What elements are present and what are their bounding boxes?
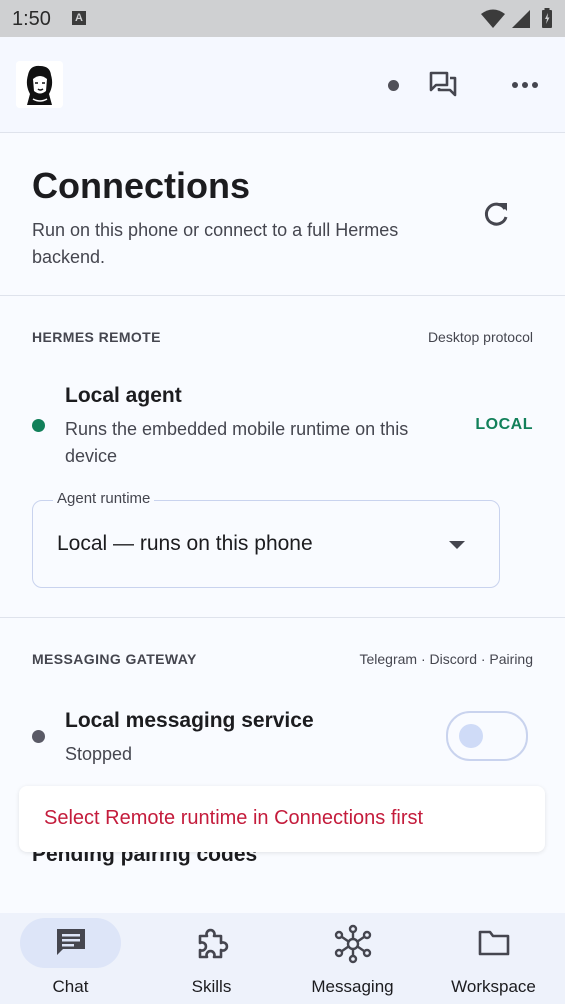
messaging-gateway-label: MESSAGING GATEWAY [32, 651, 197, 667]
avatar-illustration-icon [16, 61, 63, 108]
hermes-remote-label: HERMES REMOTE [32, 329, 161, 345]
nav-label-skills: Skills [191, 977, 232, 996]
section-divider [0, 295, 565, 296]
service-title: Local messaging service [65, 709, 314, 732]
local-badge: LOCAL [475, 416, 533, 433]
service-status: Stopped [65, 744, 133, 764]
chat-icon [56, 929, 85, 955]
service-status-dot [32, 730, 45, 743]
nav-item-skills[interactable]: Skills [141, 913, 282, 1004]
wifi-icon [481, 9, 505, 28]
page-subtitle: Run on this phone or connect to a full H… [32, 220, 399, 267]
page-title: Connections [32, 165, 251, 206]
conversations-icon[interactable] [429, 71, 457, 97]
nav-item-chat[interactable]: Chat [0, 913, 141, 1004]
app-bar [0, 37, 565, 133]
nav-item-workspace[interactable]: Workspace [423, 913, 564, 1004]
status-bar: 1:50 A [0, 0, 565, 37]
notification-a-icon: A [72, 11, 86, 25]
service-toggle[interactable] [446, 711, 528, 761]
agent-title: Local agent [65, 384, 182, 407]
hermes-remote-meta: Desktop protocol [427, 329, 533, 345]
section-divider [0, 617, 565, 618]
refresh-icon[interactable] [481, 200, 511, 230]
nav-item-messaging[interactable]: Messaging [282, 913, 423, 1004]
agent-runtime-value: Local — runs on this phone [57, 532, 313, 555]
cell-signal-icon [512, 10, 530, 28]
nav-label-chat: Chat [52, 977, 89, 996]
battery-icon [542, 8, 552, 28]
nav-label-messaging: Messaging [311, 977, 394, 996]
agent-runtime-label: Agent runtime [53, 490, 155, 507]
nav-label-workspace: Workspace [451, 977, 536, 996]
error-snackbar: Select Remote runtime in Connections fir… [19, 786, 545, 852]
toggle-knob [459, 724, 483, 748]
more-icon[interactable] [511, 81, 539, 89]
hub-icon [334, 924, 371, 964]
agent-status-dot [32, 419, 45, 432]
dropdown-caret-icon [449, 541, 465, 549]
agent-runtime-select[interactable]: Agent runtime Local — runs on this phone [32, 490, 500, 588]
connection-status-dot [388, 80, 399, 91]
messaging-gateway-meta: Telegram · Discord · Pairing [359, 651, 534, 667]
bottom-navigation: Chat Skills Messaging Workspace [0, 913, 565, 1004]
folder-icon [478, 930, 509, 956]
snackbar-message: Select Remote runtime in Connections fir… [44, 807, 424, 829]
agent-description: Runs the embedded mobile runtime on this… [65, 419, 409, 466]
puzzle-icon [198, 928, 228, 959]
status-time: 1:50 [12, 8, 51, 30]
avatar[interactable] [16, 61, 63, 108]
connections-screen: Connections Run on this phone or connect… [0, 133, 565, 913]
